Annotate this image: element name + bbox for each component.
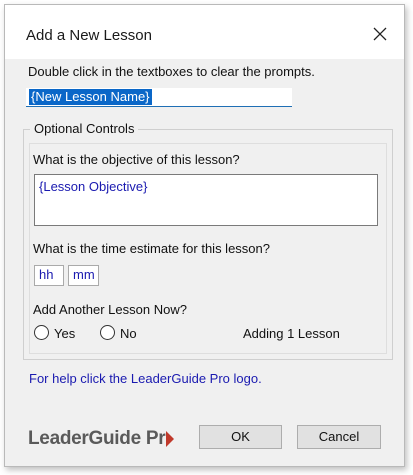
yes-radio[interactable] bbox=[34, 325, 49, 340]
cancel-button[interactable]: Cancel bbox=[297, 425, 381, 449]
lesson-name-input[interactable]: {New Lesson Name} bbox=[26, 88, 292, 107]
close-button[interactable] bbox=[370, 24, 390, 44]
no-radio-label[interactable]: No bbox=[120, 326, 137, 341]
play-arrow-icon bbox=[166, 431, 175, 447]
objective-question-label: What is the objective of this lesson? bbox=[33, 152, 240, 167]
optional-controls-label: Optional Controls bbox=[30, 121, 139, 136]
instructions-text: Double click in the textboxes to clear t… bbox=[28, 64, 315, 79]
minutes-input[interactable]: mm bbox=[68, 265, 99, 286]
lesson-objective-prompt: {Lesson Objective} bbox=[39, 179, 148, 194]
leaderguide-pro-logo[interactable]: LeaderGuide Pr bbox=[28, 428, 175, 450]
add-another-question-label: Add Another Lesson Now? bbox=[33, 302, 187, 317]
yes-radio-label[interactable]: Yes bbox=[54, 326, 75, 341]
no-radio[interactable] bbox=[100, 325, 115, 340]
title-bar: Add a New Lesson bbox=[5, 5, 404, 59]
add-lesson-dialog: Add a New Lesson Double click in the tex… bbox=[4, 4, 405, 467]
time-estimate-question-label: What is the time estimate for this lesso… bbox=[33, 241, 270, 256]
dialog-title: Add a New Lesson bbox=[26, 27, 152, 44]
ok-button[interactable]: OK bbox=[199, 425, 282, 449]
logo-text: LeaderGuide Pr bbox=[28, 428, 166, 449]
hours-input[interactable]: hh bbox=[34, 265, 64, 286]
lesson-name-selected-text: {New Lesson Name} bbox=[29, 89, 152, 105]
lesson-objective-input[interactable]: {Lesson Objective} bbox=[34, 174, 378, 226]
close-icon bbox=[373, 27, 387, 41]
adding-lesson-count-status: Adding 1 Lesson bbox=[243, 326, 340, 341]
help-text: For help click the LeaderGuide Pro logo. bbox=[29, 371, 262, 386]
